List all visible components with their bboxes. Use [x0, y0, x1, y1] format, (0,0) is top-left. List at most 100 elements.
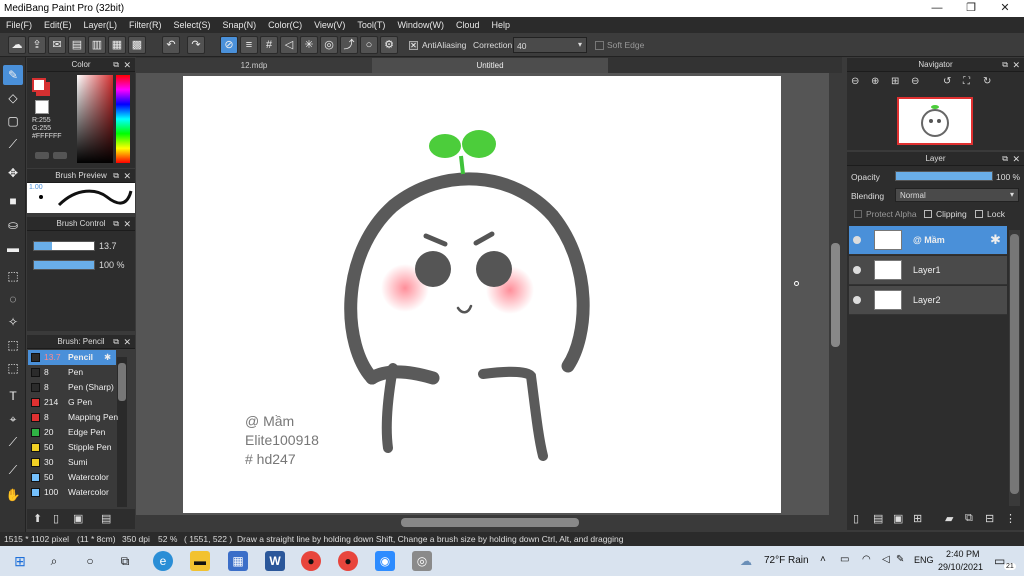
menu-snap[interactable]: Snap(N) — [217, 20, 263, 30]
menu-edit[interactable]: Edit(E) — [38, 20, 78, 30]
zoom-app-icon[interactable]: ◉ — [375, 551, 395, 571]
windows-start-icon[interactable]: ⊞ — [10, 551, 30, 571]
network-icon[interactable]: ▭ — [840, 554, 849, 565]
grid-doc-icon[interactable]: ▦ — [108, 36, 126, 54]
zoom-out-icon[interactable]: ⊖ — [851, 76, 859, 87]
speaker-icon[interactable]: ◁ — [882, 554, 890, 565]
lasso-tool-icon[interactable]: ◌ — [3, 289, 23, 309]
maximize-button[interactable]: ❐ — [954, 0, 988, 17]
cross-snap-icon[interactable]: # — [260, 36, 278, 54]
divide-tool-icon[interactable]: ⟋ — [3, 432, 23, 452]
correction-select[interactable]: 40 ▾ — [513, 37, 587, 53]
brush-item-pen-sharp[interactable]: 8 Pen (Sharp) — [28, 380, 132, 395]
vertical-scroll-thumb[interactable] — [831, 243, 840, 347]
chevron-up-icon[interactable]: ˄ — [820, 554, 826, 565]
parallel-snap-icon[interactable]: ≡ — [240, 36, 258, 54]
circle-snap-icon[interactable]: ○ — [360, 36, 378, 54]
popout-icon[interactable]: ⧉ — [113, 335, 119, 349]
gradation-tool-icon[interactable]: ▬ — [3, 238, 23, 258]
transparent-swatch[interactable] — [35, 100, 49, 114]
close-icon[interactable]: ✕ — [123, 169, 131, 183]
cloud-icon[interactable]: ☁ — [8, 36, 26, 54]
layer-row-layer1[interactable]: Layer1 — [849, 256, 1007, 285]
vertical-scrollbar[interactable] — [829, 73, 842, 515]
operation-tool-icon[interactable]: ⌖ — [3, 409, 23, 429]
word-icon[interactable]: W — [265, 551, 285, 571]
pen-tool-icon[interactable]: ⟋ — [3, 134, 23, 154]
menu-file[interactable]: File(F) — [0, 20, 38, 30]
upload-icon[interactable]: ⇪ — [28, 36, 46, 54]
delete-brush-icon[interactable]: ▤ — [101, 512, 111, 525]
brush-item-stipple-pen[interactable]: 50 Stipple Pen — [28, 440, 132, 455]
merge-layer-icon[interactable]: ⊟ — [985, 512, 994, 525]
new-8bit-layer-icon[interactable]: ▣ — [893, 512, 903, 525]
rotate-left-icon[interactable]: ↺ — [943, 76, 951, 87]
eye-icon[interactable] — [853, 266, 861, 274]
layer-row-layer2[interactable]: Layer2 — [849, 286, 1007, 315]
brush-item-pencil[interactable]: 13.7 Pencil ✱ — [28, 350, 116, 365]
select-pen-tool-icon[interactable]: ⬚ — [3, 335, 23, 355]
wifi-icon[interactable]: ◠ — [862, 554, 871, 565]
new-brush-icon[interactable]: ▯ — [53, 512, 59, 525]
dot-tool-icon[interactable]: ▢ — [3, 111, 23, 131]
concentric-snap-icon[interactable]: ◎ — [320, 36, 338, 54]
clock-time[interactable]: 2:40 PM — [946, 549, 980, 559]
brush-item-edge-pen[interactable]: 20 Edge Pen — [28, 425, 132, 440]
curve-snap-icon[interactable]: ⤴ — [340, 36, 358, 54]
soft-edge-checkbox[interactable] — [595, 41, 604, 50]
radial-snap-icon[interactable]: ✳ — [300, 36, 318, 54]
menu-filter[interactable]: Filter(R) — [123, 20, 168, 30]
task-view-icon[interactable]: ⧉ — [115, 551, 135, 571]
document-icon[interactable]: ▥ — [88, 36, 106, 54]
weather-text[interactable]: 72°F Rain — [764, 555, 809, 566]
grid-icon[interactable]: ▩ — [128, 36, 146, 54]
color-add-button[interactable] — [35, 152, 49, 159]
chrome-icon[interactable]: ● — [301, 551, 321, 571]
navigator-thumbnail[interactable] — [897, 97, 973, 145]
brush-opacity-slider[interactable] — [33, 260, 95, 270]
select-eraser-tool-icon[interactable]: ⬚ — [3, 358, 23, 378]
saturation-picker[interactable] — [77, 75, 113, 163]
fit-icon[interactable]: ⊞ — [891, 76, 899, 87]
menu-color[interactable]: Color(C) — [262, 20, 308, 30]
rotate-right-icon[interactable]: ↻ — [983, 76, 991, 87]
brush-item-mapping-pen[interactable]: 8 Mapping Pen — [28, 410, 132, 425]
speech-icon[interactable]: ▤ — [68, 36, 86, 54]
popout-icon[interactable]: ⧉ — [113, 58, 119, 72]
store-icon[interactable]: ▦ — [228, 551, 248, 571]
brush-size-slider[interactable] — [33, 241, 95, 251]
scroll-thumb[interactable] — [1010, 234, 1019, 494]
eyedropper-tool-icon[interactable]: ⟋ — [3, 460, 23, 480]
brush-item-sumi[interactable]: 30 Sumi — [28, 455, 132, 470]
lock-checkbox[interactable] — [975, 210, 983, 218]
gear-icon[interactable]: ✱ — [104, 350, 111, 365]
eye-icon[interactable] — [853, 236, 861, 244]
horizontal-scroll-thumb[interactable] — [401, 518, 579, 527]
popout-icon[interactable]: ⧉ — [1002, 152, 1008, 166]
copy-brush-icon[interactable]: ▣ — [73, 512, 83, 525]
menu-layer[interactable]: Layer(L) — [78, 20, 124, 30]
blending-select[interactable]: Normal ▾ — [895, 188, 1019, 202]
brush-item-pen[interactable]: 8 Pen — [28, 365, 132, 380]
menu-window[interactable]: Window(W) — [391, 20, 450, 30]
popout-icon[interactable]: ⧉ — [1002, 58, 1008, 72]
close-icon[interactable]: ✕ — [123, 58, 131, 72]
menu-view[interactable]: View(V) — [308, 20, 351, 30]
layer-opacity-slider[interactable] — [895, 171, 993, 181]
menu-select[interactable]: Select(S) — [168, 20, 217, 30]
menu-help[interactable]: Help — [485, 20, 516, 30]
minimize-button[interactable]: — — [920, 0, 954, 17]
zoom-icon[interactable]: ⊖ — [911, 76, 919, 87]
select-rect-tool-icon[interactable]: ⬚ — [3, 266, 23, 286]
add-brush-icon[interactable]: ⬆ — [33, 512, 42, 525]
fullscreen-icon[interactable]: ⛶ — [963, 76, 970, 87]
gear-icon[interactable]: ✱ — [990, 232, 1001, 248]
comment-icon[interactable]: ✉ — [48, 36, 66, 54]
close-icon[interactable]: ✕ — [1012, 152, 1020, 166]
text-tool-icon[interactable]: T — [3, 386, 23, 406]
primary-color-swatch[interactable] — [32, 78, 46, 92]
menu-cloud[interactable]: Cloud — [450, 20, 486, 30]
magic-wand-tool-icon[interactable]: ✧ — [3, 312, 23, 332]
eye-icon[interactable] — [853, 296, 861, 304]
brush-tool-icon[interactable]: ✎ — [3, 65, 23, 85]
